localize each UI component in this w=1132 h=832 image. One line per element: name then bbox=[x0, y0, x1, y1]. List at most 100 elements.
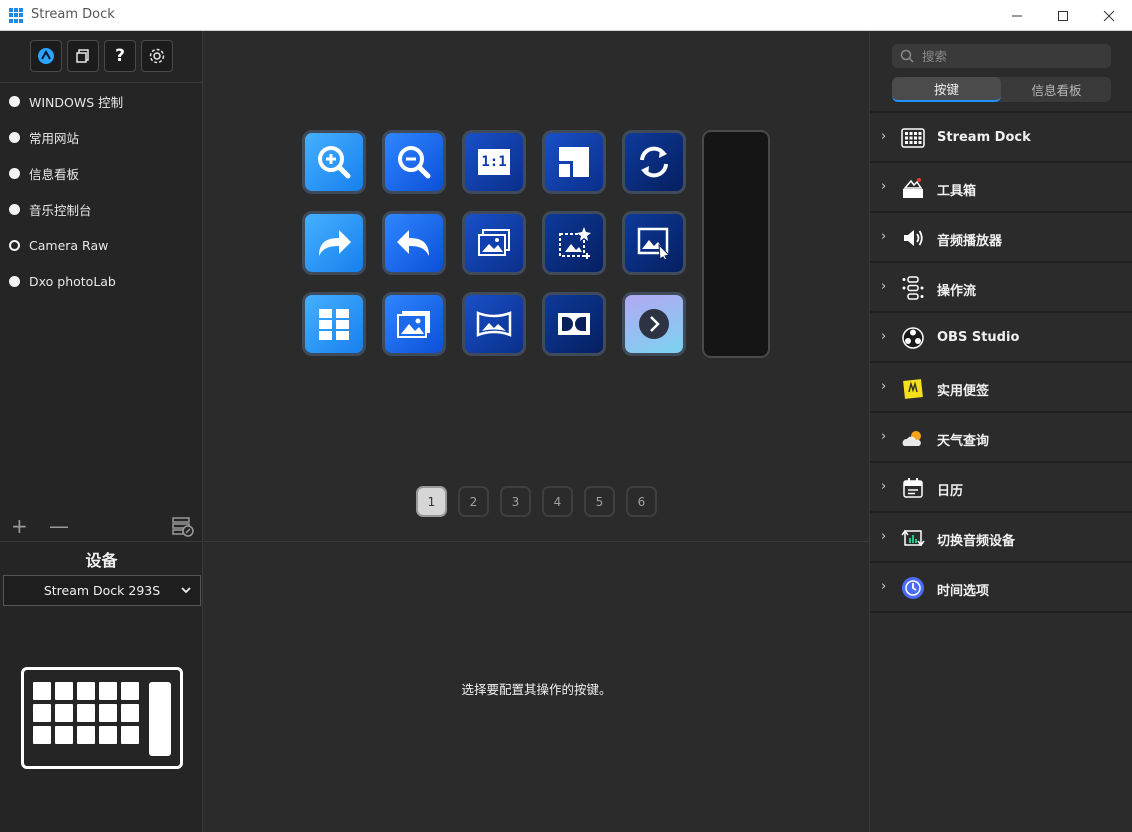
key-redo[interactable] bbox=[302, 211, 366, 275]
chevron-right-icon: › bbox=[881, 229, 887, 244]
profile-item[interactable]: 音乐控制台 bbox=[0, 191, 203, 227]
remove-profile-button[interactable]: — bbox=[49, 516, 69, 536]
toolbox-icon bbox=[901, 176, 925, 200]
page-button-2[interactable]: 2 bbox=[458, 486, 489, 517]
key-actual-size[interactable]: 1:1 bbox=[462, 130, 526, 194]
grid-view-icon bbox=[319, 309, 349, 340]
category-calendar[interactable]: › 日历 bbox=[870, 463, 1132, 513]
chevron-right-icon: › bbox=[881, 429, 887, 444]
next-page-icon bbox=[639, 309, 669, 339]
profile-actions: + — bbox=[0, 510, 203, 542]
category-label: 日历 bbox=[937, 484, 964, 499]
action-category-list: › Stream Dock › 工具箱 › 音频播放器 › 操作流 › OBS … bbox=[870, 111, 1132, 613]
category-sticky-notes[interactable]: › 实用便签 bbox=[870, 363, 1132, 413]
key-image-stack[interactable] bbox=[462, 211, 526, 275]
add-profile-button[interactable]: + bbox=[11, 516, 28, 536]
radio-dot-icon bbox=[9, 167, 20, 179]
store-button[interactable] bbox=[30, 40, 62, 72]
category-label: Stream Dock bbox=[937, 130, 1031, 145]
key-zoom-out[interactable] bbox=[382, 130, 446, 194]
key-image-edit[interactable] bbox=[622, 211, 686, 275]
copy-icon bbox=[76, 49, 89, 63]
category-label: 时间选项 bbox=[937, 584, 990, 599]
profile-manage-icon bbox=[172, 517, 194, 537]
key-grid-view[interactable] bbox=[302, 292, 366, 356]
radio-selected-icon bbox=[9, 239, 20, 251]
page-button-4[interactable]: 4 bbox=[542, 486, 573, 517]
minimize-button[interactable] bbox=[994, 0, 1040, 31]
category-audio-device-switch[interactable]: › 切换音频设备 bbox=[870, 513, 1132, 563]
profile-manage-button[interactable] bbox=[172, 515, 194, 540]
help-icon: ? bbox=[115, 46, 125, 66]
profile-item[interactable]: WINDOWS 控制 bbox=[0, 83, 203, 119]
side-screen-key[interactable] bbox=[702, 130, 770, 358]
title-bar: Stream Dock bbox=[0, 0, 1132, 31]
actions-panel: 按键 信息看板 › Stream Dock › 工具箱 › 音频播放器 › 操作… bbox=[869, 31, 1132, 832]
category-weather[interactable]: › 天气查询 bbox=[870, 413, 1132, 463]
chevron-right-icon: › bbox=[881, 329, 887, 344]
category-label: 实用便签 bbox=[937, 384, 990, 399]
profile-label: Camera Raw bbox=[29, 237, 109, 253]
radio-dot-icon bbox=[9, 95, 20, 107]
photo-gallery-icon bbox=[397, 311, 430, 338]
category-stream-dock[interactable]: › Stream Dock bbox=[870, 113, 1132, 163]
zoom-out-icon bbox=[398, 146, 431, 179]
page-button-5[interactable]: 5 bbox=[584, 486, 615, 517]
key-zoom-in[interactable] bbox=[302, 130, 366, 194]
category-label: 工具箱 bbox=[937, 184, 977, 199]
chevron-right-icon: › bbox=[881, 279, 887, 294]
search-box[interactable] bbox=[892, 44, 1111, 68]
image-stack-icon bbox=[478, 229, 510, 256]
profile-label: 音乐控制台 bbox=[29, 202, 92, 218]
key-next-page[interactable] bbox=[622, 292, 686, 356]
profile-item-selected[interactable]: Camera Raw bbox=[0, 227, 203, 263]
category-audio-player[interactable]: › 音频播放器 bbox=[870, 213, 1132, 263]
key-fit-window[interactable] bbox=[542, 130, 606, 194]
search-input[interactable] bbox=[920, 47, 1100, 65]
device-select[interactable]: Stream Dock 293S bbox=[3, 575, 201, 606]
key-refresh[interactable] bbox=[622, 130, 686, 194]
maximize-icon bbox=[1058, 10, 1068, 21]
stream-dock-logo-icon bbox=[38, 48, 54, 64]
key-image-select[interactable] bbox=[542, 211, 606, 275]
maximize-button[interactable] bbox=[1040, 0, 1086, 31]
category-workflow[interactable]: › 操作流 bbox=[870, 263, 1132, 313]
key-dolby[interactable] bbox=[542, 292, 606, 356]
actual-size-icon: 1:1 bbox=[478, 149, 510, 175]
key-panorama[interactable] bbox=[462, 292, 526, 356]
profile-item[interactable]: 常用网站 bbox=[0, 119, 203, 155]
chevron-right-icon: › bbox=[881, 529, 887, 544]
device-key-grid bbox=[33, 682, 139, 744]
key-photo-gallery[interactable] bbox=[382, 292, 446, 356]
chevron-right-icon: › bbox=[881, 379, 887, 394]
category-obs-studio[interactable]: › OBS Studio bbox=[870, 313, 1132, 363]
page-button-1[interactable]: 1 bbox=[416, 486, 447, 517]
profile-item[interactable]: 信息看板 bbox=[0, 155, 203, 191]
key-undo[interactable] bbox=[382, 211, 446, 275]
close-button[interactable] bbox=[1086, 0, 1132, 31]
audio-switch-icon bbox=[901, 526, 925, 550]
category-time-options[interactable]: › 时间选项 bbox=[870, 563, 1132, 613]
tab-keys[interactable]: 按键 bbox=[892, 77, 1001, 102]
zoom-in-icon bbox=[318, 146, 351, 179]
minimize-icon bbox=[1012, 15, 1022, 16]
sticky-note-icon bbox=[901, 376, 925, 400]
category-label: OBS Studio bbox=[937, 330, 1020, 345]
chevron-right-icon: › bbox=[881, 579, 887, 594]
profile-item[interactable]: Dxo photoLab bbox=[0, 263, 203, 299]
help-button[interactable]: ? bbox=[104, 40, 136, 72]
page-button-3[interactable]: 3 bbox=[500, 486, 531, 517]
radio-dot-icon bbox=[9, 275, 20, 287]
category-toolbox[interactable]: › 工具箱 bbox=[870, 163, 1132, 213]
left-sidebar: ? WINDOWS 控制 常用网站 信息看板 音乐控制台 Camera Raw … bbox=[0, 31, 203, 832]
device-selected-value: Stream Dock 293S bbox=[43, 583, 161, 598]
device-preview-image bbox=[21, 667, 183, 769]
tab-dashboard[interactable]: 信息看板 bbox=[1002, 77, 1111, 102]
copy-button[interactable] bbox=[67, 40, 99, 72]
profile-label: Dxo photoLab bbox=[29, 273, 116, 289]
workflow-icon bbox=[901, 276, 925, 300]
page-button-6[interactable]: 6 bbox=[626, 486, 657, 517]
category-label: 操作流 bbox=[937, 284, 977, 299]
fit-window-icon bbox=[559, 147, 589, 177]
settings-button[interactable] bbox=[141, 40, 173, 72]
